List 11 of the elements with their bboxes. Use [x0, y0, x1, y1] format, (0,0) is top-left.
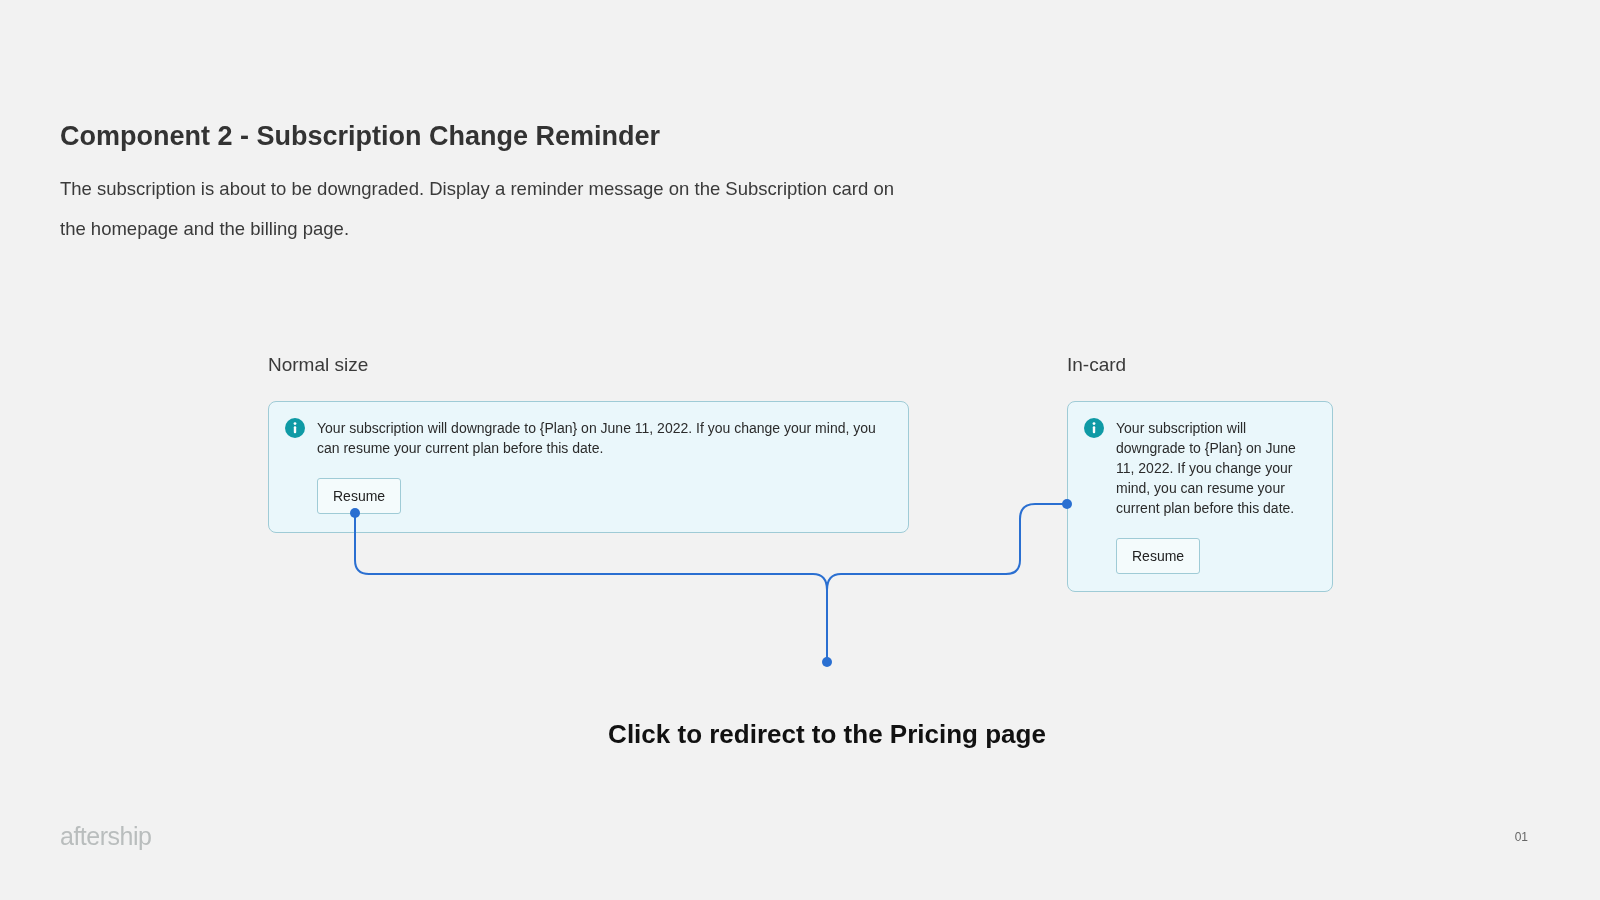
page-title: Component 2 - Subscription Change Reminder [60, 120, 662, 153]
logo: aftership [60, 822, 152, 851]
variant-label: Normal size [268, 353, 370, 377]
reminder-message: Your subscription will downgrade to {Plan} on June 11, 2022. If you change your mind, you can resume your current plan before this date. [317, 419, 877, 458]
variant-label: In-card [1067, 353, 1128, 377]
page-number: 01 [1514, 829, 1528, 844]
description-text: The subscription is about to be downgraded. Display a reminder message on the Subscription card on the homepage and the billing page. [60, 177, 895, 241]
callout-text: Click to redirect to the Pricing page [608, 718, 1046, 750]
resume-button[interactable]: Resume [1116, 538, 1201, 574]
reminder-message: Your subscription will downgrade to {Plan} on June 11, 2022. If you change your mind, you can resume your current plan before this date. [1116, 419, 1297, 518]
resume-button[interactable]: Resume [317, 478, 402, 514]
